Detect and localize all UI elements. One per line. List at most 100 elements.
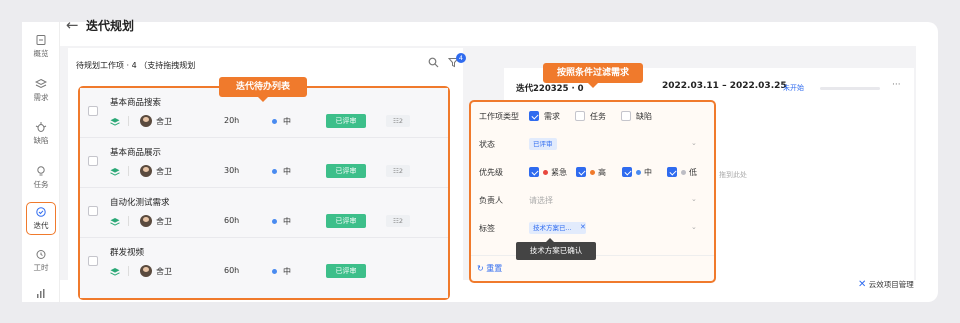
subtask-count-value: 2	[398, 167, 403, 175]
priority-dot	[272, 269, 277, 274]
type-checkbox-task[interactable]	[575, 111, 585, 121]
overview-icon	[36, 35, 46, 45]
list-item[interactable]: 自动化测试需求 舍卫 60h 中 已评审 ☷2	[80, 188, 448, 238]
subtask-count: ☷2	[386, 115, 410, 127]
reset-label: 重置	[486, 264, 503, 273]
divider	[128, 166, 129, 176]
row-checkbox[interactable]	[88, 156, 98, 166]
search-icon[interactable]	[428, 57, 439, 68]
layers-icon	[35, 78, 47, 89]
type-option-label: 缺陷	[636, 112, 652, 121]
subtask-count-value: 2	[398, 217, 403, 225]
close-icon[interactable]: ✕	[580, 223, 586, 231]
more-icon[interactable]: ···	[892, 80, 901, 90]
status-badge[interactable]: 已评审	[326, 264, 366, 278]
row-checkbox[interactable]	[88, 206, 98, 216]
tag-chip-text: 技术方案已...	[533, 224, 572, 232]
status-badge[interactable]: 已评审	[326, 164, 366, 178]
type-label: 工作项类型	[479, 112, 519, 121]
chevron-down-icon[interactable]: ⌄	[691, 223, 697, 231]
priority-option-label: 中	[644, 168, 652, 177]
sidebar: 概览 需求 缺陷 任务 迭代 工时	[22, 22, 60, 302]
item-name: 基本商品展示	[110, 148, 162, 158]
avatar	[140, 215, 152, 227]
avatar	[140, 165, 152, 177]
sidebar-item-label: 任务	[33, 180, 49, 189]
brand-name: 云效项目管理	[868, 280, 914, 289]
backlog-title: 待规划工作项 · 4 （支持拖拽规划	[76, 61, 196, 70]
sidebar-item-worktime[interactable]: 工时	[22, 248, 60, 273]
bulb-icon	[37, 166, 45, 176]
sprint-state: 未开始	[783, 84, 804, 92]
chevron-down-icon[interactable]: ⌄	[691, 139, 697, 147]
requirement-type-icon	[110, 268, 120, 276]
estimate-hours: 30h	[224, 166, 240, 175]
type-option-label: 任务	[590, 112, 606, 121]
priority-dot	[590, 170, 595, 175]
tag-tooltip: 技术方案已确认	[516, 238, 596, 260]
list-item[interactable]: 基本商品展示 舍卫 30h 中 已评审 ☷2	[80, 138, 448, 188]
priority-checkbox-low[interactable]	[667, 167, 677, 177]
status-badge[interactable]: 已评审	[326, 114, 366, 128]
callout-backlog-list: 迭代待办列表	[219, 77, 307, 102]
sidebar-item-iteration[interactable]: 迭代	[22, 202, 60, 235]
owner-name: 舍卫	[156, 167, 172, 176]
sidebar-item-bugs[interactable]: 缺陷	[22, 121, 60, 146]
priority-label: 中	[283, 117, 291, 126]
refresh-icon: ↻	[477, 264, 484, 273]
type-checkbox-bug[interactable]	[621, 111, 631, 121]
priority-option-label: 低	[689, 168, 697, 177]
assignee-select[interactable]: 请选择	[529, 195, 553, 206]
priority-dot	[272, 119, 277, 124]
status-badge[interactable]: 已评审	[326, 214, 366, 228]
sidebar-item-label: 需求	[33, 93, 49, 102]
type-checkbox-requirement[interactable]	[529, 111, 539, 121]
owner-name: 舍卫	[156, 217, 172, 226]
avatar	[140, 115, 152, 127]
backlog-list: 基本商品搜索 舍卫 20h 中 已评审 ☷2 基本商品展示 舍卫 30h 中 已…	[78, 86, 450, 300]
sprint-dates: 2022.03.11 – 2022.03.25	[662, 81, 787, 91]
drop-hint: 拖到此处	[719, 171, 747, 179]
row-checkbox[interactable]	[88, 106, 98, 116]
sidebar-item-requirements[interactable]: 需求	[22, 78, 60, 103]
sidebar-item-overview[interactable]: 概览	[22, 34, 60, 59]
type-option-label: 需求	[544, 112, 560, 121]
priority-checkbox-medium[interactable]	[622, 167, 632, 177]
iteration-icon	[36, 207, 46, 217]
requirement-type-icon	[110, 168, 120, 176]
state-tag[interactable]: 已评审	[529, 138, 557, 150]
tag-chip[interactable]: 技术方案已...	[529, 222, 586, 234]
divider	[128, 216, 129, 226]
sidebar-item-stats[interactable]	[22, 288, 60, 300]
requirement-type-icon	[110, 118, 120, 126]
bug-icon	[35, 122, 47, 132]
sidebar-item-tasks[interactable]: 任务	[22, 165, 60, 190]
requirement-type-icon	[110, 218, 120, 226]
avatar	[140, 265, 152, 277]
sidebar-item-label: 迭代	[33, 221, 49, 230]
sprint-progress	[820, 87, 880, 90]
sprint-name: 迭代220325 · 0	[516, 84, 584, 94]
brand-logo: ✕ 云效项目管理	[858, 279, 914, 290]
chevron-down-icon[interactable]: ⌄	[691, 195, 697, 203]
priority-label: 中	[283, 217, 291, 226]
priority-checkbox-urgent[interactable]	[529, 167, 539, 177]
active-highlight: 迭代	[26, 202, 56, 235]
priority-dot	[636, 170, 641, 175]
tag-label: 标签	[479, 224, 495, 233]
priority-option-label: 高	[598, 168, 606, 177]
priority-label: 中	[283, 167, 291, 176]
brand-icon: ✕	[858, 279, 867, 290]
assignee-label: 负责人	[479, 196, 503, 205]
subtask-count-value: 2	[398, 117, 403, 125]
sidebar-item-label: 概览	[33, 49, 49, 58]
reset-button[interactable]: ↻ 重置	[477, 263, 502, 274]
state-label: 状态	[479, 140, 495, 149]
back-icon[interactable]: ←	[66, 16, 79, 34]
owner-name: 舍卫	[156, 267, 172, 276]
estimate-hours: 60h	[224, 266, 240, 275]
priority-dot	[272, 219, 277, 224]
list-item[interactable]: 群发视频 舍卫 60h 中 已评审	[80, 238, 448, 298]
row-checkbox[interactable]	[88, 256, 98, 266]
priority-checkbox-high[interactable]	[576, 167, 586, 177]
